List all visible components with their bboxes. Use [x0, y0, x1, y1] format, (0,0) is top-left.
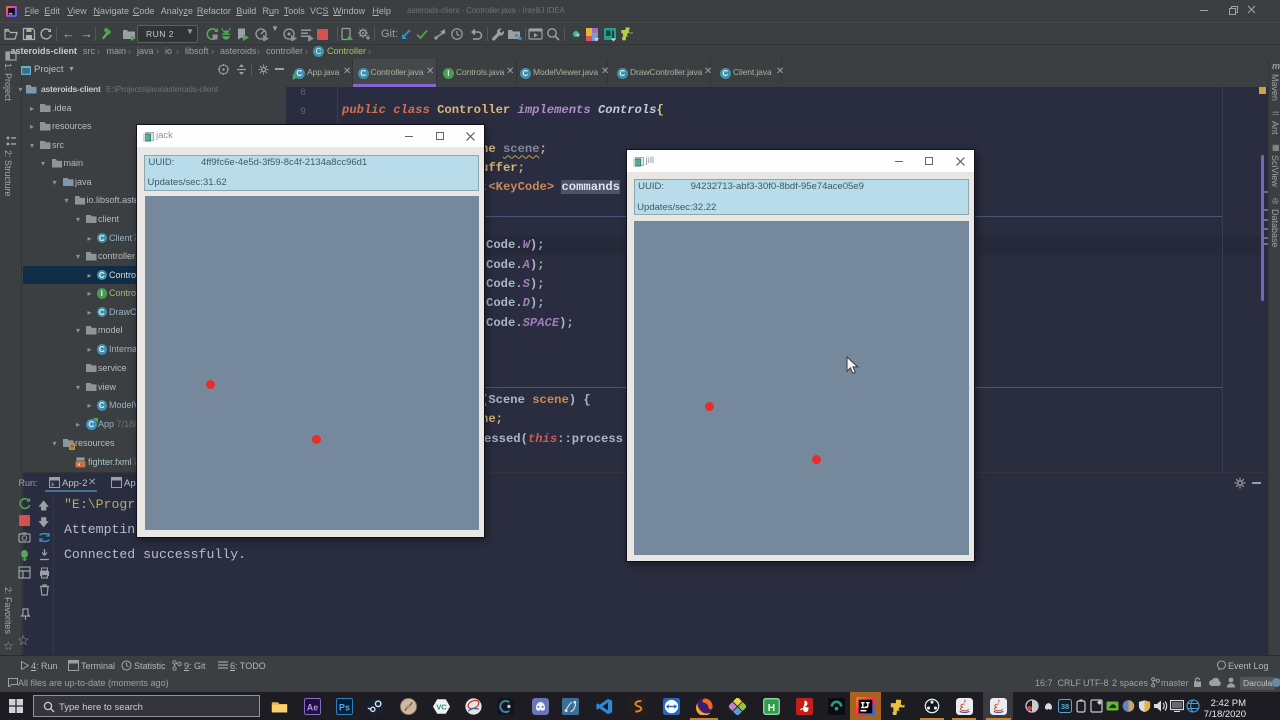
svg-text:H: H — [767, 702, 774, 713]
svg-text:Ps: Ps — [339, 702, 350, 712]
svg-text:38: 38 — [1061, 702, 1069, 711]
svg-text:Ae: Ae — [306, 702, 317, 712]
svg-text:VC: VC — [436, 702, 447, 711]
